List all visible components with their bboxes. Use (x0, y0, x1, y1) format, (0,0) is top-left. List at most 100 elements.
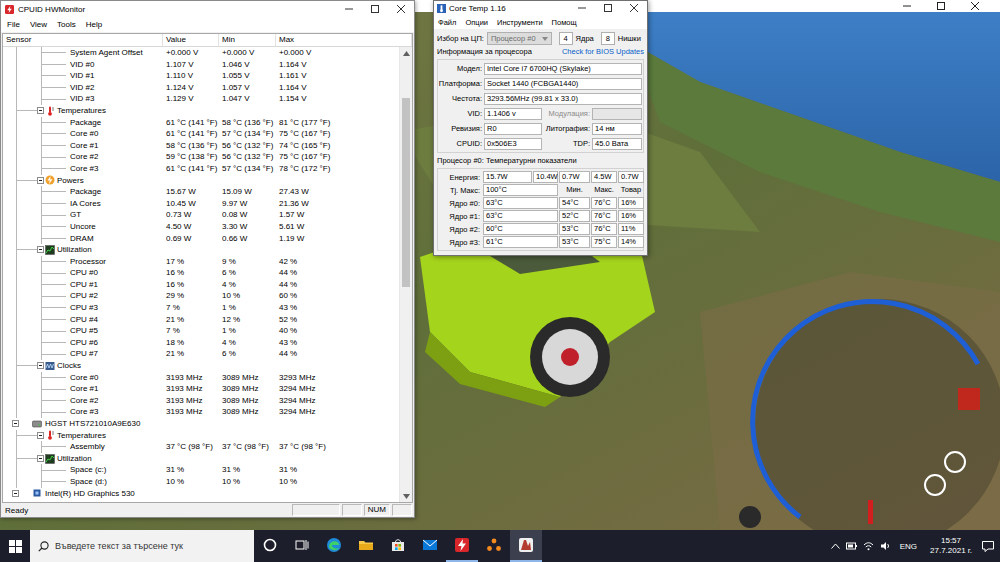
notifications-icon[interactable] (982, 541, 994, 552)
close-button[interactable] (388, 1, 414, 17)
volume-icon[interactable] (880, 541, 891, 551)
close-button[interactable] (621, 1, 647, 15)
expand-toggle[interactable] (37, 246, 44, 253)
taskbar-app[interactable] (382, 530, 414, 562)
menu-item[interactable]: Помощ (552, 18, 577, 27)
input-language[interactable]: ENG (897, 542, 920, 551)
field-value: R0 (484, 123, 542, 135)
taskbar-app[interactable] (254, 530, 286, 562)
sensor-row[interactable]: Intel(R) HD Graphics 530 (3, 488, 399, 500)
sensor-row[interactable]: Clocks (3, 360, 399, 372)
sensor-row[interactable]: Space (d:) 10 % 10 % 10 % (3, 476, 399, 488)
minimize-button[interactable] (569, 1, 595, 15)
expand-toggle[interactable] (37, 177, 44, 184)
sensor-row[interactable]: Temperatures (3, 430, 399, 442)
value-cell: 29 % (163, 290, 219, 302)
core-min: 53°C (559, 223, 590, 235)
taskbar-app[interactable] (350, 530, 382, 562)
sensor-row[interactable]: Assembly 37 °C (98 °F) 37 °C (98 °F) 37 … (3, 441, 399, 453)
taskbar-app[interactable] (478, 530, 510, 562)
sensor-row[interactable]: VID #2 1.124 V 1.057 V 1.164 V (3, 82, 399, 94)
start-button[interactable] (0, 530, 30, 562)
sensor-row[interactable]: Core #2 59 °C (138 °F) 56 °C (132 °F) 75… (3, 151, 399, 163)
battery-icon[interactable] (846, 541, 857, 551)
sensor-row[interactable]: Package 61 °C (141 °F) 58 °C (136 °F) 81… (3, 117, 399, 129)
menu-item[interactable]: Опции (465, 18, 488, 27)
sensor-row[interactable]: Space (c:) 31 % 31 % 31 % (3, 464, 399, 476)
taskbar-app[interactable] (414, 530, 446, 562)
expand-toggle[interactable] (37, 455, 44, 462)
vertical-scrollbar[interactable] (399, 47, 412, 502)
minimize-button[interactable] (336, 1, 362, 17)
scroll-thumb[interactable] (402, 98, 410, 288)
scroll-up-button[interactable] (400, 47, 412, 59)
sensor-row[interactable]: Core #2 3193 MHz 3089 MHz 3294 MHz (3, 395, 399, 407)
hwmonitor-window[interactable]: CPUID HWMonitor FileViewToolsHelp Sensor… (0, 0, 415, 518)
clock[interactable]: 15:57 27.7.2021 г. (926, 536, 976, 556)
column-header[interactable]: Value (163, 34, 219, 46)
sensor-row[interactable]: Core #3 3193 MHz 3089 MHz 3294 MHz (3, 406, 399, 418)
search-box[interactable]: Въведете текст за търсене тук (30, 530, 254, 562)
sensor-row[interactable]: Core #0 3193 MHz 3089 MHz 3293 MHz (3, 372, 399, 384)
scroll-track[interactable] (400, 59, 412, 490)
expand-toggle[interactable] (12, 420, 19, 427)
minimize-button[interactable] (890, 0, 924, 12)
menu-item[interactable]: View (30, 20, 47, 29)
sensor-row[interactable]: Core #1 3193 MHz 3089 MHz 3294 MHz (3, 383, 399, 395)
column-header[interactable]: Min (219, 34, 276, 46)
sensor-row[interactable]: Core #3 61 °C (141 °F) 57 °C (134 °F) 78… (3, 163, 399, 175)
sensor-row[interactable]: VID #3 1.129 V 1.047 V 1.154 V (3, 93, 399, 105)
sensor-row[interactable]: Utilization (3, 453, 399, 465)
maximize-button[interactable] (362, 1, 388, 17)
menu-item[interactable]: Файл (438, 18, 456, 27)
chevron-up-icon[interactable] (831, 543, 840, 549)
sensor-row[interactable]: Core #1 58 °C (136 °F) 56 °C (132 °F) 74… (3, 140, 399, 152)
sensor-row[interactable]: Powers (3, 175, 399, 187)
expand-toggle[interactable] (37, 432, 44, 439)
sensor-row[interactable]: Core #0 61 °C (141 °F) 57 °C (134 °F) 75… (3, 128, 399, 140)
sensor-row[interactable]: GT 0.73 W 0.08 W 1.57 W (3, 209, 399, 221)
sensor-row[interactable]: CPU #4 21 % 12 % 52 % (3, 314, 399, 326)
sensor-row[interactable]: CPU #3 7 % 1 % 43 % (3, 302, 399, 314)
sensor-row[interactable]: Temperatures (3, 105, 399, 117)
menu-item[interactable]: Инструменти (497, 18, 543, 27)
column-header[interactable]: Max (276, 34, 412, 46)
info-row: CPUID: 0x506E3 TDP: 45.0 Вата (438, 137, 643, 150)
sensor-row[interactable]: Processor 17 % 9 % 42 % (3, 256, 399, 268)
desktop: CPUID HWMonitor FileViewToolsHelp Sensor… (0, 0, 1000, 562)
core-temp-window[interactable]: Core Temp 1.16 ФайлОпцииИнструментиПомощ… (433, 0, 648, 256)
expand-toggle[interactable] (12, 490, 19, 497)
network-icon[interactable] (863, 541, 874, 551)
sensor-row[interactable]: CPU #5 7 % 1 % 40 % (3, 325, 399, 337)
maximize-button[interactable] (595, 1, 621, 15)
menu-item[interactable]: File (7, 20, 20, 29)
sensor-row[interactable]: CPU #2 29 % 10 % 60 % (3, 290, 399, 302)
sensor-row[interactable]: Utilization (3, 244, 399, 256)
sensor-row[interactable]: Uncore 4.50 W 3.30 W 5.61 W (3, 221, 399, 233)
expand-toggle[interactable] (37, 362, 44, 369)
sensor-row[interactable]: CPU #0 16 % 6 % 44 % (3, 267, 399, 279)
taskbar-app[interactable] (446, 530, 478, 562)
sensor-row[interactable]: VID #0 1.107 V 1.046 V 1.164 V (3, 59, 399, 71)
scroll-down-button[interactable] (400, 490, 412, 502)
close-button[interactable] (958, 0, 992, 12)
menu-item[interactable]: Tools (57, 20, 76, 29)
sensor-row[interactable]: Package 15.67 W 15.09 W 27.43 W (3, 186, 399, 198)
sensor-row[interactable]: VID #1 1.110 V 1.055 V 1.161 V (3, 70, 399, 82)
menu-item[interactable]: Help (86, 20, 102, 29)
expand-toggle[interactable] (37, 107, 44, 114)
column-header[interactable]: Sensor (3, 34, 163, 46)
sensor-row[interactable]: DRAM 0.69 W 0.66 W 1.19 W (3, 233, 399, 245)
taskbar-app[interactable] (286, 530, 318, 562)
max-cell: 44 % (276, 348, 399, 360)
taskbar-app[interactable] (318, 530, 350, 562)
sensor-row[interactable]: CPU #1 16 % 4 % 44 % (3, 279, 399, 291)
sensor-row[interactable]: IA Cores 10.45 W 9.97 W 21.36 W (3, 198, 399, 210)
taskbar-app[interactable] (510, 530, 542, 562)
sensor-row[interactable]: CPU #7 21 % 6 % 44 % (3, 348, 399, 360)
sensor-row[interactable]: System Agent Offset +0.000 V +0.000 V +0… (3, 47, 399, 59)
maximize-button[interactable] (924, 0, 958, 12)
sensor-row[interactable]: HGST HTS721010A9E630 (3, 418, 399, 430)
sensor-row[interactable]: CPU #6 18 % 4 % 43 % (3, 337, 399, 349)
bios-update-link[interactable]: Check for BIOS Updates (562, 47, 644, 57)
